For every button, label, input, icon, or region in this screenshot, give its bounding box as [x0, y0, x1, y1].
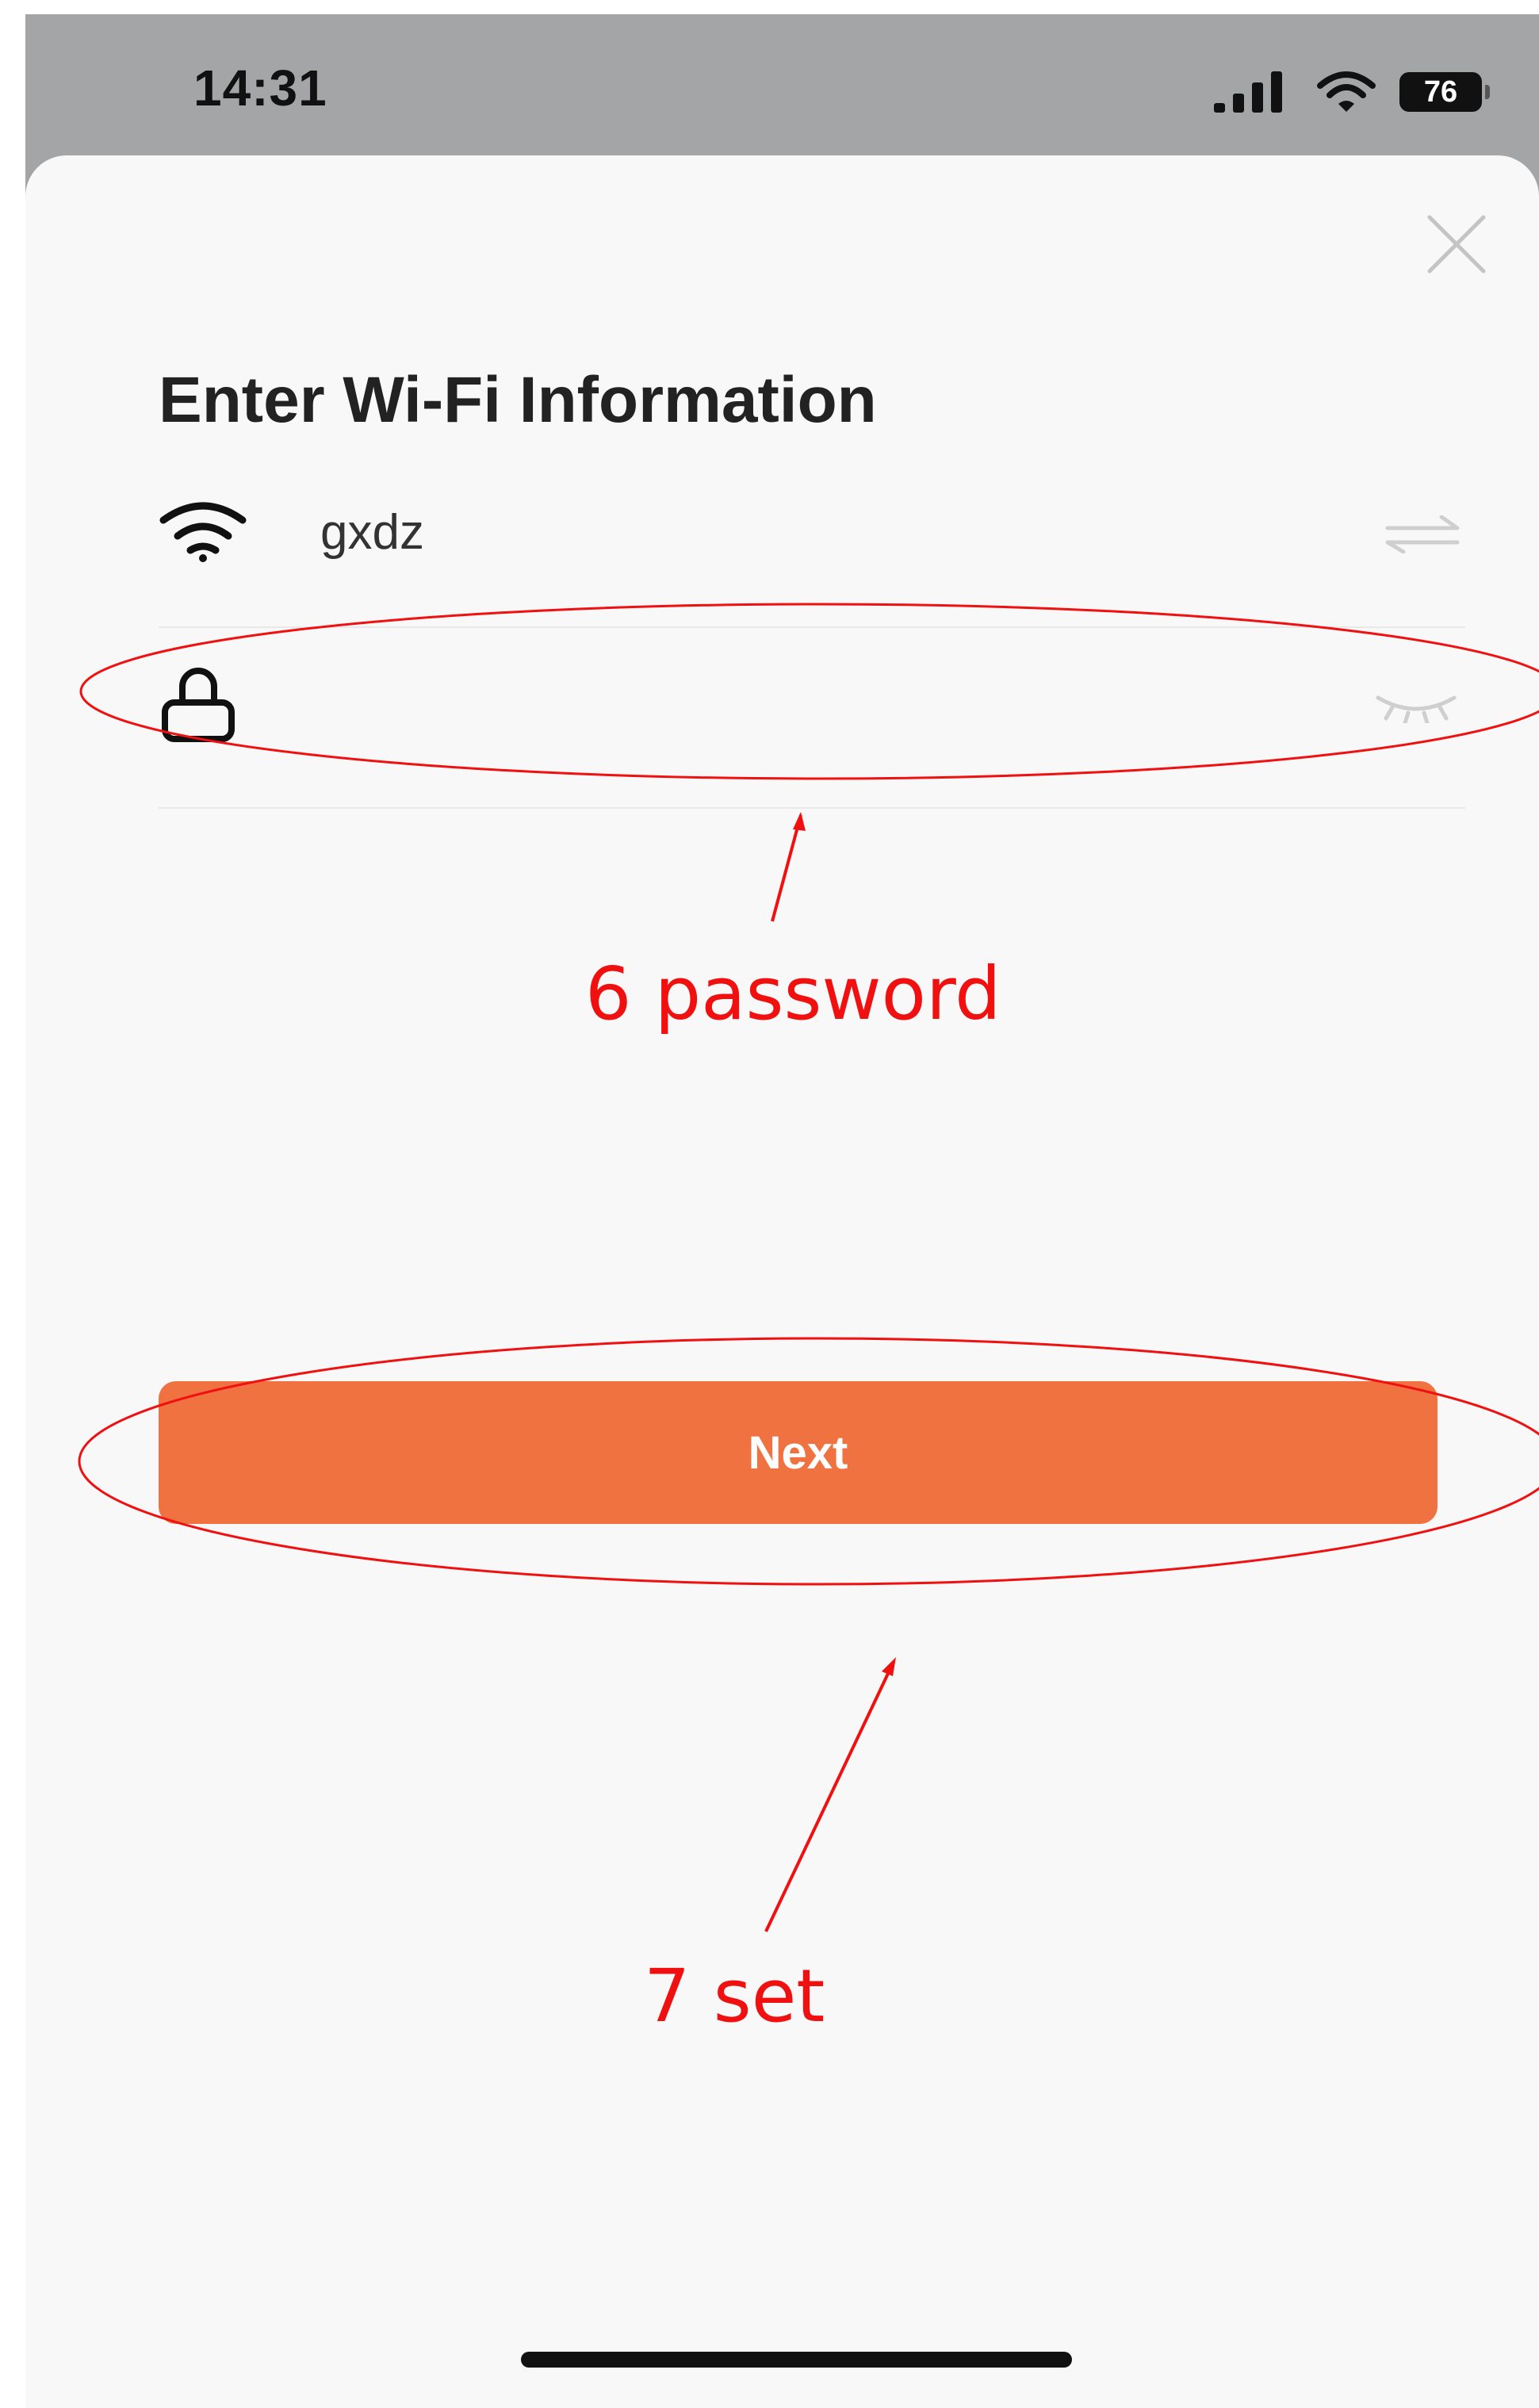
switch-network-icon[interactable] — [1384, 515, 1461, 553]
status-icons: 76 — [1214, 70, 1490, 114]
cellular-signal-icon — [1214, 71, 1282, 113]
next-button[interactable]: Next — [159, 1381, 1438, 1524]
phone-screen: 14:31 76 Enter Wi-Fi Information gxdz Ne… — [25, 14, 1539, 2408]
battery-indicator: 76 — [1399, 72, 1490, 112]
wifi-sheet: Enter Wi-Fi Information gxdz Next — [25, 155, 1539, 2408]
eye-closed-icon[interactable] — [1375, 691, 1457, 723]
status-time: 14:31 — [193, 59, 327, 117]
password-input[interactable] — [285, 668, 1316, 747]
wifi-icon — [159, 502, 247, 562]
password-row — [159, 664, 1465, 809]
page-title: Enter Wi-Fi Information — [159, 364, 877, 436]
wifi-ssid: gxdz — [320, 505, 424, 560]
close-icon[interactable] — [1423, 211, 1490, 278]
battery-level: 76 — [1423, 75, 1458, 109]
status-wifi-icon — [1317, 71, 1376, 112]
home-indicator — [521, 2352, 1072, 2368]
wifi-network-row: gxdz — [159, 480, 1465, 628]
lock-icon — [162, 668, 235, 742]
